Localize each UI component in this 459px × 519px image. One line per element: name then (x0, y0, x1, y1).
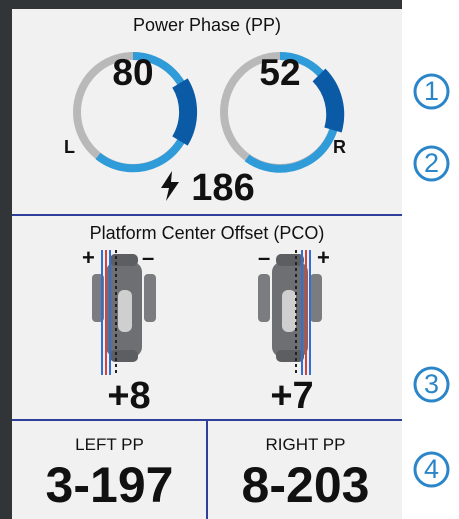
left-power-phase-value: 80 (112, 52, 154, 93)
callout-4-number: 4 (423, 454, 440, 484)
power-value: 186 (191, 167, 255, 209)
power-readout: 186 (12, 167, 402, 211)
device-frame: Power Phase (PP) 80 L 52 R 186 Platform … (0, 0, 402, 519)
right-power-phase-value: 52 (259, 52, 301, 93)
section-divider-top (12, 214, 402, 216)
callout-1: 1 (413, 73, 450, 110)
left-pp-label: LEFT PP (75, 435, 144, 454)
power-phase-title: Power Phase (PP) (132, 15, 282, 35)
left-pco-offset: +8 (107, 375, 151, 417)
lightning-bolt-icon (159, 168, 181, 211)
callout-2: 2 (413, 145, 450, 182)
callout-1-number: 1 (423, 76, 440, 106)
right-pp-value: 8-203 (241, 457, 370, 513)
left-pp-value: 3-197 (45, 457, 174, 513)
right-side-label: R (333, 137, 346, 157)
left-side-label: L (64, 137, 75, 157)
right-pp-label: RIGHT PP (265, 435, 346, 454)
right-pedal-icon (258, 250, 322, 375)
callout-4: 4 (413, 451, 450, 488)
pco-title: Platform Center Offset (PCO) (89, 223, 325, 243)
device-screen: Power Phase (PP) 80 L 52 R 186 Platform … (12, 9, 402, 519)
callout-2-number: 2 (423, 148, 440, 178)
callout-3: 3 (413, 366, 450, 403)
right-pco-offset: +7 (270, 375, 314, 417)
left-pedal-icon (92, 250, 156, 375)
callout-3-number: 3 (423, 369, 440, 399)
